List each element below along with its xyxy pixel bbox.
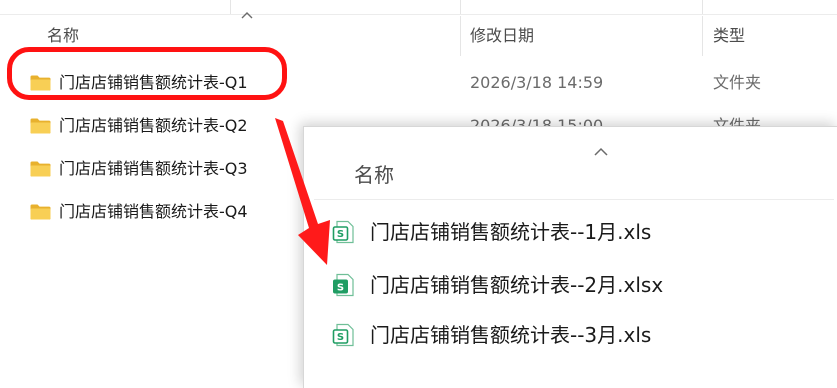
highlight-box [7,47,287,100]
spreadsheet-outline-icon: S [332,220,354,244]
column-separator [702,0,703,14]
folder-contents-panel: 名称 S 门店店铺销售额统计表--1月.xls S 门店店铺销售额统计表--2月… [303,126,837,388]
modified-date: 2026/3/18 14:59 [470,73,604,92]
file-name: 门店店铺销售额统计表--2月.xlsx [370,273,664,297]
svg-text:S: S [337,332,344,343]
column-separator[interactable] [460,16,461,56]
list-item[interactable]: S 门店店铺销售额统计表--3月.xls [304,310,837,360]
spreadsheet-outline-icon: S [332,323,354,347]
folder-name: 门店店铺销售额统计表-Q4 [59,202,248,221]
spreadsheet-filled-icon: S [333,273,354,297]
file-name: 门店店铺销售额统计表--3月.xls [370,323,652,347]
item-type: 文件夹 [713,73,762,92]
column-header-modified[interactable]: 修改日期 [470,16,534,56]
folder-name: 门店店铺销售额统计表-Q2 [59,116,248,135]
column-header-name[interactable]: 名称 [354,157,394,193]
column-separator[interactable] [702,16,703,56]
column-separator [460,0,461,14]
folder-name: 门店店铺销售额统计表-Q3 [59,159,248,178]
list-item[interactable]: S 门店店铺销售额统计表--1月.xls [304,207,837,257]
list-item[interactable]: S 门店店铺销售额统计表--2月.xlsx [304,260,837,310]
file-name: 门店店铺销售额统计表--1月.xls [370,220,652,244]
folder-icon [30,118,51,134]
divider [314,199,834,200]
svg-text:S: S [337,282,344,293]
folder-icon [30,161,51,177]
svg-text:S: S [337,229,344,240]
sort-up-icon[interactable] [594,147,608,156]
folder-icon [30,204,51,220]
column-separator [230,0,231,14]
column-header-type[interactable]: 类型 [713,16,745,56]
toolbar-strip [0,0,837,15]
